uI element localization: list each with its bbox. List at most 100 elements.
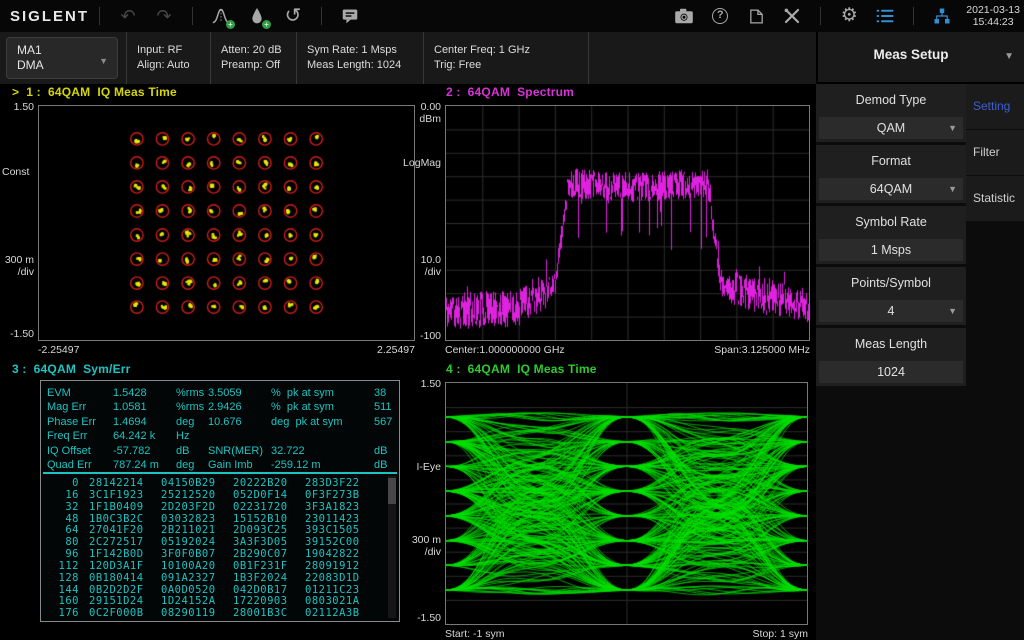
evm-row-3: Freq Err64.242 kHz: [41, 430, 399, 444]
hex-group: 2D203F2D: [161, 501, 216, 513]
p2-y-max: 0.00: [395, 101, 441, 113]
file-icon[interactable]: [743, 3, 769, 29]
p1-y-min: -1.50: [0, 328, 34, 340]
hex-group: 0B1F231F: [233, 560, 288, 572]
hex-group: 0B180414: [89, 572, 144, 584]
camera-icon[interactable]: [671, 3, 697, 29]
block-value[interactable]: 64QAM▼: [819, 178, 963, 200]
p2-y-unit: dBm: [395, 113, 441, 125]
hex-group: 08290119: [161, 607, 216, 619]
network-icon[interactable]: [929, 3, 955, 29]
table-divider: [43, 472, 397, 474]
status-line2: Meas Length: 1024: [307, 58, 423, 73]
hex-row-8: 1280B180414091A23271B3F202422083D1D: [41, 572, 399, 584]
tab-setting[interactable]: Setting: [966, 84, 1024, 129]
evm-cell: Freq Err: [47, 430, 87, 442]
hex-group: 052D0F14: [233, 489, 288, 501]
hex-scrollbar-thumb[interactable]: [388, 478, 396, 504]
spectrum-plot[interactable]: [445, 105, 810, 341]
status-group-1: Atten: 20 dBPreamp: Off: [211, 32, 297, 84]
evm-cell: 787.24 m: [113, 459, 159, 471]
p2-center-freq: Center:1.000000000 GHz: [445, 344, 565, 356]
hex-group: 0B2D2D2F: [89, 584, 144, 596]
hex-group: 3F3A1823: [305, 501, 360, 513]
sidebar-block-symbol-rate[interactable]: Symbol Rate 1 Msps: [816, 206, 966, 264]
block-label: Symbol Rate: [816, 215, 966, 229]
hex-addr: 48: [47, 513, 79, 525]
evm-row-2: Phase Err1.4694deg10.676deg pk at sym567: [41, 416, 399, 430]
p4-y-min: -1.50: [395, 612, 441, 624]
symerr-box[interactable]: EVM1.5428%rms3.5059% pk at sym38Mag Err1…: [40, 380, 400, 622]
hex-row-5: 802C272517051920243A3F3D0539152C00: [41, 536, 399, 548]
sidebar-block-points-symbol[interactable]: Points/Symbol4▼: [816, 267, 966, 325]
limit-add-icon[interactable]: +: [208, 3, 234, 29]
hex-group: 0C2F000B: [89, 607, 144, 619]
panel2-title[interactable]: 2 : 64QAM Spectrum: [446, 85, 574, 99]
status-line1: Sym Rate: 1 Msps: [307, 43, 423, 58]
evm-cell: Hz: [176, 430, 189, 442]
sidebar-block-format[interactable]: Format64QAM▼: [816, 145, 966, 203]
hex-group: 10100A20: [161, 560, 216, 572]
panel3-title[interactable]: 3 : 64QAM Sym/Err: [12, 362, 131, 376]
hex-group: 28142214: [89, 477, 144, 489]
hex-group: 283D3F22: [305, 477, 360, 489]
hex-row-11: 1760C2F000B0829011928001B3C02112A3B: [41, 607, 399, 619]
tab-filter[interactable]: Filter: [966, 130, 1024, 175]
hex-row-2: 321F1B04092D203F2D022317203F3A1823: [41, 501, 399, 513]
hex-addr: 112: [47, 560, 79, 572]
eye-diagram-plot[interactable]: [445, 382, 808, 625]
redo-icon[interactable]: ↷: [151, 3, 177, 29]
constellation-plot[interactable]: [38, 105, 415, 341]
channel-selector[interactable]: MA1 DMA ▼: [6, 37, 118, 79]
status-group-3: Center Freq: 1 GHzTrig: Free: [424, 32, 589, 84]
panel4-title[interactable]: 4 : 64QAM IQ Meas Time: [446, 362, 597, 376]
hex-addr: 176: [47, 607, 79, 619]
block-value-text: 1024: [877, 365, 905, 379]
hex-row-0: 02814221404150B2920222B20283D3F22: [41, 477, 399, 489]
p4-y-div2: /div: [395, 546, 441, 558]
menu-list-icon[interactable]: [872, 3, 898, 29]
p1-x-left: -2.25497: [38, 344, 79, 356]
evm-cell: Quad Err: [47, 459, 92, 471]
hex-group: 22083D1D: [305, 572, 360, 584]
sidebar-header[interactable]: Meas Setup ▼: [816, 32, 1024, 84]
hex-group: 39152C00: [305, 536, 360, 548]
undo-icon[interactable]: ↶: [115, 3, 141, 29]
title-bar-right: ? ⚙ 2021-03-13 15:44:23: [666, 0, 1020, 32]
hex-group: 02112A3B: [305, 607, 360, 619]
evm-cell: Phase Err: [47, 416, 96, 428]
status-group-2: Sym Rate: 1 MspsMeas Length: 1024: [297, 32, 424, 84]
p2-y-label: LogMag: [395, 157, 441, 169]
evm-cell: 3.5059: [208, 387, 242, 399]
divider: [321, 7, 322, 25]
block-value[interactable]: QAM▼: [819, 117, 963, 139]
hex-addr: 160: [47, 595, 79, 607]
divider: [913, 7, 914, 25]
help-icon[interactable]: ?: [707, 3, 733, 29]
hex-group: 0A0D0520: [161, 584, 216, 596]
hex-addr: 96: [47, 548, 79, 560]
annotation-icon[interactable]: [337, 3, 363, 29]
evm-cell: 38: [374, 387, 386, 399]
tools-icon[interactable]: [779, 3, 805, 29]
tab-statistic[interactable]: Statistic: [966, 176, 1024, 221]
status-line1: Atten: 20 dB: [221, 43, 296, 58]
p4-y-max: 1.50: [395, 378, 441, 390]
sidebar-block-meas-length[interactable]: Meas Length1024: [816, 328, 966, 386]
hex-group: 0803021A: [305, 595, 360, 607]
marker-add-icon[interactable]: +: [244, 3, 270, 29]
block-value[interactable]: 4▼: [819, 300, 963, 322]
block-value[interactable]: 1024: [819, 361, 963, 383]
settings-gear-icon[interactable]: ⚙: [836, 3, 862, 29]
evm-table: EVM1.5428%rms3.5059% pk at sym38Mag Err1…: [41, 387, 399, 473]
hex-group: 1F1B0409: [89, 501, 144, 513]
block-value[interactable]: 1 Msps: [819, 239, 963, 261]
hex-group: 1B3F2024: [233, 572, 288, 584]
plus-badge: +: [262, 20, 271, 29]
sidebar-block-demod-type[interactable]: Demod TypeQAM▼: [816, 84, 966, 142]
p4-y-div: 300 m: [395, 534, 441, 546]
panel1-title[interactable]: > 1 : 64QAM IQ Meas Time: [12, 85, 177, 99]
hex-group: 0F3F273B: [305, 489, 360, 501]
sidebar: Demod TypeQAM▼Format64QAM▼ Symbol Rate 1 M…: [816, 84, 1024, 640]
history-icon[interactable]: ↺: [280, 3, 306, 29]
